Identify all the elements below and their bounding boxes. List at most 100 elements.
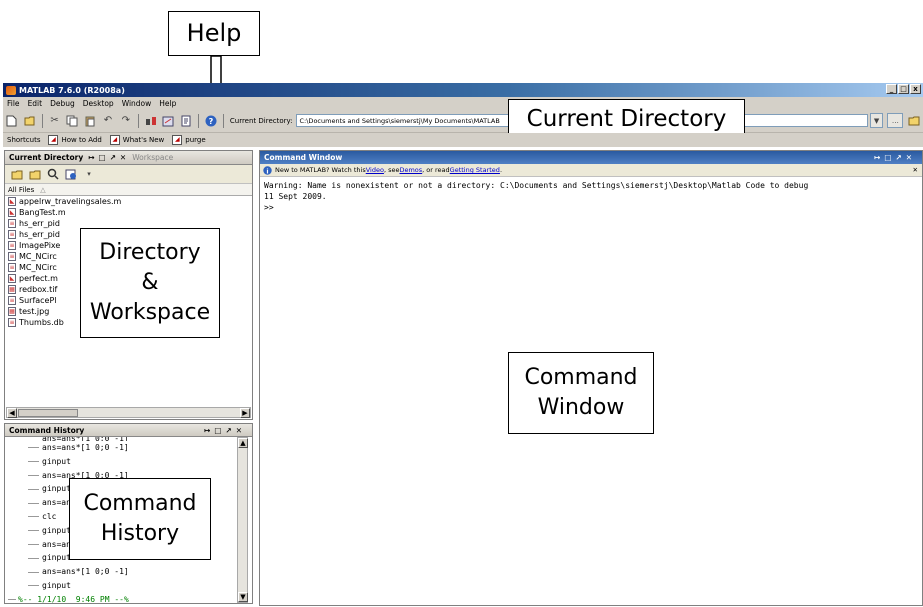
files-column-header[interactable]: All Files △ [5, 184, 252, 196]
command-history-header: Command History ↦□↗✕ [5, 424, 252, 437]
window-title: MATLAB 7.6.0 (R2008a) [19, 85, 125, 95]
find-files-icon[interactable] [46, 167, 60, 181]
maximize-icon[interactable]: □ [99, 153, 106, 162]
history-command: ans=ans*[1 0;0 -1] [42, 443, 129, 452]
menu-desktop[interactable]: Desktop [79, 99, 118, 108]
file-icon: ▦ [8, 285, 16, 294]
scroll-thumb[interactable] [18, 409, 78, 417]
svg-text:?: ? [209, 117, 214, 126]
directory-dropdown-icon[interactable]: ▼ [869, 113, 884, 128]
all-files-label: All Files [8, 185, 35, 194]
shortcuts-label[interactable]: Shortcuts [7, 136, 40, 144]
file-item[interactable]: ◣ BangTest.m [5, 207, 252, 218]
getting-started-link[interactable]: Getting Started [450, 166, 500, 174]
toolbar: ✂ ↶ ↷ ? Current Directory: C:\Documents … [3, 109, 923, 133]
shortcut-label: How to Add [61, 136, 102, 144]
scroll-left-button[interactable]: ◀ [7, 408, 17, 418]
scroll-down-button[interactable]: ▼ [238, 592, 248, 602]
file-name: hs_err_pid [19, 230, 60, 239]
profiler-icon[interactable] [179, 114, 193, 128]
file-icon: ≡ [8, 230, 16, 239]
tree-connector [28, 516, 39, 518]
current-directory-label: Current Directory: [229, 116, 293, 125]
menu-window[interactable]: Window [118, 99, 156, 108]
help-callout: Help [168, 11, 260, 56]
tree-connector [28, 488, 39, 490]
chevron-down-icon[interactable]: ▾ [82, 167, 96, 181]
shortcut-icon: ◢ [172, 135, 183, 145]
minimize-button[interactable]: _ [886, 84, 897, 94]
close-button[interactable]: x [910, 84, 921, 94]
current-directory-header: Current Directory ↦ □ ↗ ✕ Workspace [5, 151, 252, 165]
tree-connector [28, 530, 39, 532]
shortcut-how-to-add[interactable]: ◢ How to Add [48, 135, 102, 145]
scroll-right-button[interactable]: ▶ [240, 408, 250, 418]
command-prompt[interactable]: >> [260, 202, 922, 213]
command-output[interactable]: Warning: Name is nonexistent or not a di… [260, 177, 922, 213]
menu-help[interactable]: Help [155, 99, 180, 108]
browse-button[interactable]: … [887, 113, 904, 128]
menu-debug[interactable]: Debug [46, 99, 79, 108]
file-icon: ≡ [8, 219, 16, 228]
paste-icon[interactable] [83, 114, 97, 128]
command-window-title: Command Window [264, 153, 343, 162]
info-icon: i [263, 165, 272, 175]
up-folder-icon[interactable] [10, 167, 24, 181]
maximize-button[interactable]: □ [898, 84, 909, 94]
up-folder-icon[interactable] [907, 114, 921, 128]
shortcut-label: What's New [122, 136, 165, 144]
cut-icon[interactable]: ✂ [48, 114, 62, 128]
shortcut-whats-new[interactable]: ◢ What's New [109, 135, 165, 145]
scroll-up-button[interactable]: ▲ [238, 438, 248, 448]
history-vertical-scrollbar[interactable]: ▲ ▼ [237, 437, 248, 603]
shortcuts-bar: Shortcuts ◢ How to Add ◢ What's New ◢ purge [3, 133, 923, 147]
tab-workspace[interactable]: Workspace [132, 153, 173, 162]
file-icon: ≡ [8, 318, 16, 327]
toolbar-separator [198, 113, 200, 128]
history-entry[interactable]: ginput [5, 455, 252, 469]
file-name: MC_NCirc [19, 263, 57, 272]
guide-icon[interactable] [161, 114, 175, 128]
svg-text:i: i [266, 167, 268, 175]
file-name: hs_err_pid [19, 219, 60, 228]
tab-current-directory[interactable]: Current Directory [9, 153, 83, 162]
menu-bar: File Edit Debug Desktop Window Help [3, 97, 923, 109]
shortcut-purge[interactable]: ◢ purge [172, 135, 206, 145]
tree-connector [28, 461, 39, 463]
open-folder-icon[interactable] [23, 114, 37, 128]
new-file-icon[interactable] [5, 114, 19, 128]
menu-edit[interactable]: Edit [24, 99, 47, 108]
history-entry[interactable]: ans=ans*[1 0;0 -1] [5, 565, 252, 579]
copy-icon[interactable] [65, 114, 79, 128]
pin-icon[interactable]: ↗ [110, 153, 116, 162]
file-icon: ≡ [8, 263, 16, 272]
history-command: ginput [42, 484, 71, 494]
history-entry[interactable]: ginput [5, 579, 252, 593]
panel-controls[interactable]: ↦□↗✕ [204, 426, 246, 435]
new-folder-icon[interactable] [28, 167, 42, 181]
command-window-callout: Command Window [508, 352, 654, 434]
file-item[interactable]: ◣ appelrw_travelingsales.m [5, 196, 252, 207]
tree-connector [28, 585, 39, 587]
panel-controls[interactable]: ↦□↗✕ [874, 153, 916, 162]
simulink-icon[interactable] [144, 114, 158, 128]
reports-icon[interactable] [64, 167, 78, 181]
file-name: MC_NCirc [19, 252, 57, 261]
close-info-icon[interactable]: ✕ [913, 166, 918, 174]
history-entry[interactable]: ans=ans*[1 0;0 -1] [5, 441, 252, 455]
horizontal-scrollbar[interactable]: ◀ ▶ [6, 407, 251, 418]
warning-line: Warning: Name is nonexistent or not a di… [264, 181, 809, 190]
history-command: ginput [42, 456, 71, 466]
demos-link[interactable]: Demos [399, 166, 422, 174]
tree-connector [28, 571, 39, 573]
redo-icon[interactable]: ↷ [119, 114, 133, 128]
video-link[interactable]: Video [366, 166, 384, 174]
undo-icon[interactable]: ↶ [101, 114, 115, 128]
menu-file[interactable]: File [3, 99, 24, 108]
help-icon[interactable]: ? [204, 114, 218, 128]
file-icon: ≡ [8, 241, 16, 250]
undock-icon[interactable]: ↦ [88, 153, 94, 162]
history-command: clc [42, 511, 57, 521]
history-command: ginput [42, 553, 71, 563]
close-icon[interactable]: ✕ [120, 153, 126, 162]
